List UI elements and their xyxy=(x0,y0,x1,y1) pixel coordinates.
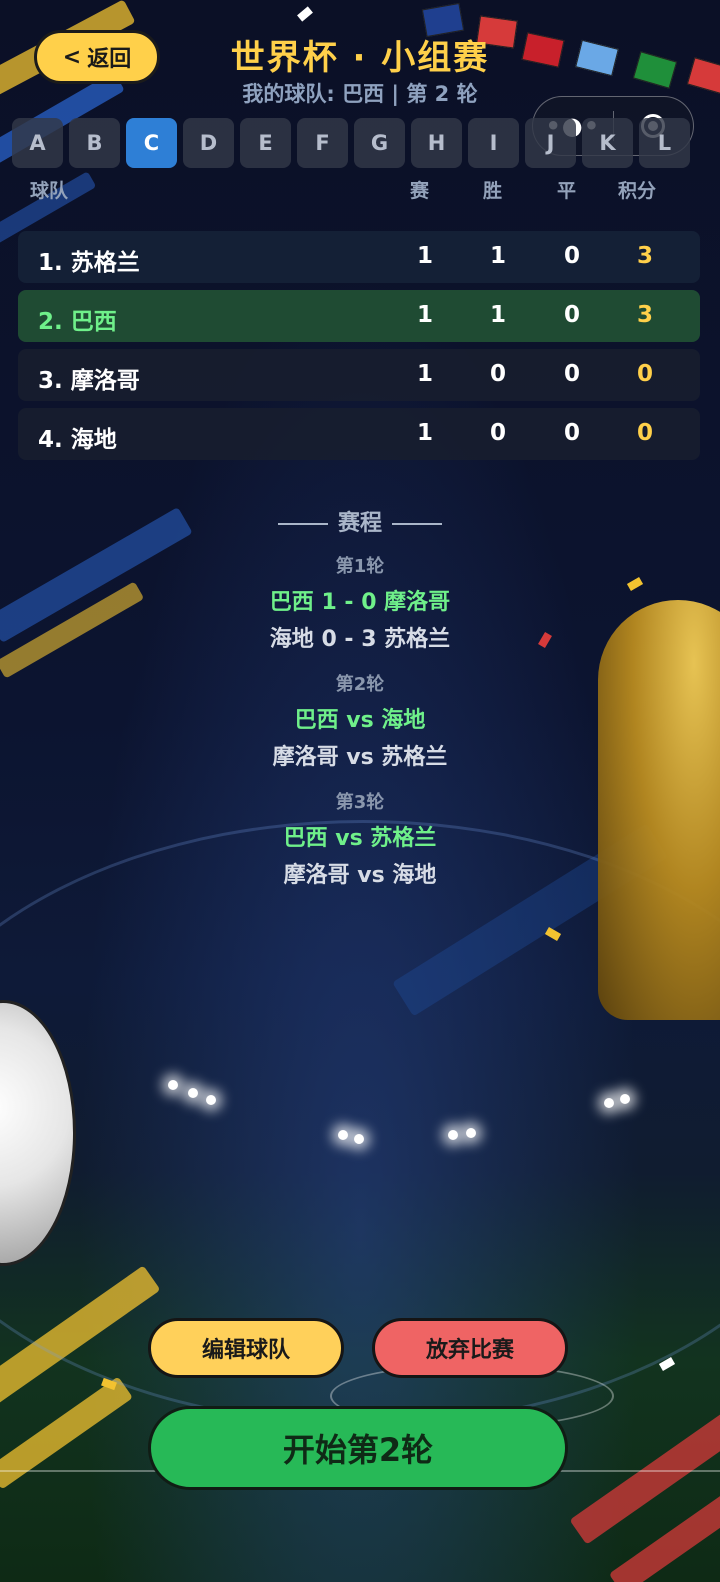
drawn-cell: 0 xyxy=(563,420,580,446)
match: 摩洛哥 vs 苏格兰 xyxy=(272,745,448,770)
header-drawn: 平 xyxy=(557,180,577,202)
match: 海地 0 - 3 苏格兰 xyxy=(269,627,451,652)
played-cell: 1 xyxy=(416,243,433,269)
header-played: 赛 xyxy=(410,180,430,202)
played-cell: 1 xyxy=(416,420,433,446)
drawn-cell: 0 xyxy=(563,361,580,387)
points-cell: 3 xyxy=(636,302,653,328)
table-row: 1. 苏格兰 1 1 0 3 xyxy=(18,231,700,283)
divider-line xyxy=(277,523,328,525)
round-label: 第1轮 xyxy=(335,556,385,577)
tab-group-l[interactable]: L xyxy=(639,118,690,168)
won-cell: 0 xyxy=(489,361,506,387)
points-cell: 0 xyxy=(636,420,653,446)
header-won: 胜 xyxy=(483,180,503,202)
table-row: 4. 海地 1 0 0 0 xyxy=(18,408,700,460)
played-cell: 1 xyxy=(416,361,433,387)
tab-group-i[interactable]: I xyxy=(468,118,519,168)
tab-group-b[interactable]: B xyxy=(69,118,120,168)
tab-group-d[interactable]: D xyxy=(183,118,234,168)
schedule-title: 赛程 xyxy=(0,505,720,537)
divider-line xyxy=(392,523,442,525)
points-cell: 0 xyxy=(636,361,653,387)
team-name: 1. 苏格兰 xyxy=(38,250,140,276)
points-cell: 3 xyxy=(636,243,653,269)
standings-header: 球队 赛 胜 平 积分 xyxy=(0,176,720,206)
tab-group-e[interactable]: E xyxy=(240,118,291,168)
match-my-team: 巴西 vs 海地 xyxy=(294,708,426,733)
tab-group-g[interactable]: G xyxy=(354,118,405,168)
start-round-button[interactable]: 开始第2轮 xyxy=(148,1406,568,1490)
table-row-my-team: 2. 巴西 1 1 0 3 xyxy=(18,290,700,342)
drawn-cell: 0 xyxy=(563,302,580,328)
team-name: 3. 摩洛哥 xyxy=(38,368,140,394)
drawn-cell: 0 xyxy=(563,243,580,269)
edit-team-button[interactable]: 编辑球队 xyxy=(148,1318,344,1378)
won-cell: 0 xyxy=(489,420,506,446)
tab-group-f[interactable]: F xyxy=(297,118,348,168)
group-tabs: ABCDEFGHIJKL xyxy=(12,118,690,168)
tab-group-a[interactable]: A xyxy=(12,118,63,168)
team-name: 4. 海地 xyxy=(38,427,117,453)
schedule-title-text: 赛程 xyxy=(337,511,382,536)
quit-match-button[interactable]: 放弃比赛 xyxy=(372,1318,568,1378)
round-label: 第3轮 xyxy=(335,792,385,813)
match: 摩洛哥 vs 海地 xyxy=(283,863,437,888)
won-cell: 1 xyxy=(489,302,506,328)
team-name: 2. 巴西 xyxy=(38,309,117,335)
tab-group-k[interactable]: K xyxy=(582,118,633,168)
match-my-team: 巴西 vs 苏格兰 xyxy=(283,826,437,851)
tab-group-c[interactable]: C xyxy=(126,118,177,168)
table-row: 3. 摩洛哥 1 0 0 0 xyxy=(18,349,700,401)
match-my-team: 巴西 1 - 0 摩洛哥 xyxy=(269,590,451,615)
tab-group-h[interactable]: H xyxy=(411,118,462,168)
played-cell: 1 xyxy=(416,302,433,328)
header-team: 球队 xyxy=(30,180,69,202)
won-cell: 1 xyxy=(489,243,506,269)
page-title: 世界杯 · 小组赛 xyxy=(230,38,490,78)
tab-group-j[interactable]: J xyxy=(525,118,576,168)
round-label: 第2轮 xyxy=(335,674,385,695)
header-points: 积分 xyxy=(618,180,657,202)
